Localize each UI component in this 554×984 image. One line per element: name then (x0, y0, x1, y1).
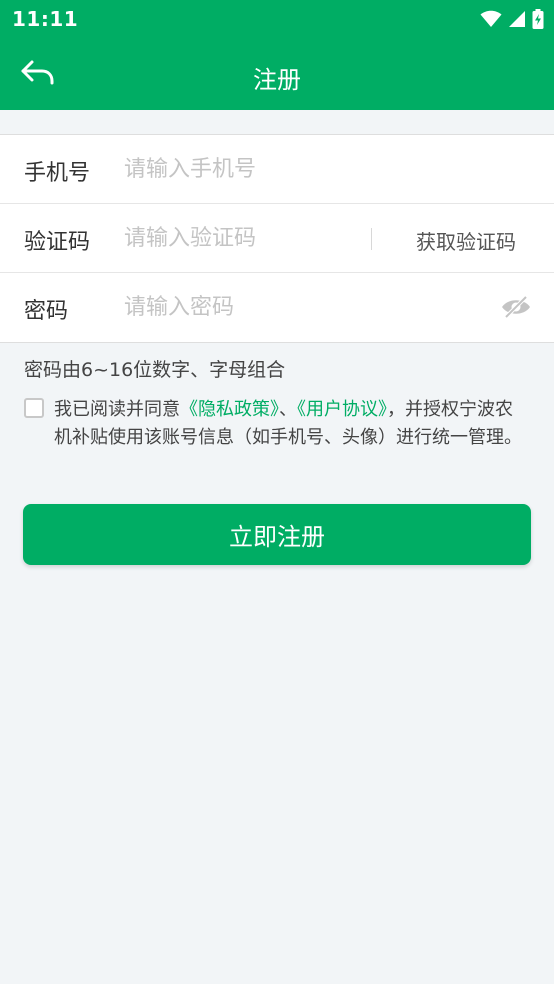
eye-hidden-icon[interactable] (500, 295, 532, 319)
password-row: 密码 (0, 273, 554, 342)
status-time: 11:11 (12, 7, 79, 31)
agreement-separator: 、 (279, 399, 297, 420)
code-row: 验证码 获取验证码 (0, 204, 554, 273)
get-code-button[interactable]: 获取验证码 (416, 226, 516, 255)
agreement-prefix: 我已阅读并同意 (54, 399, 180, 420)
password-hint: 密码由6~16位数字、字母组合 (24, 359, 286, 381)
wifi-icon (480, 10, 502, 27)
agreement-checkbox[interactable] (24, 398, 44, 418)
code-input[interactable] (124, 220, 364, 256)
phone-row: 手机号 (0, 135, 554, 204)
register-form: 手机号 验证码 获取验证码 密码 (0, 134, 554, 343)
register-button[interactable]: 立即注册 (23, 504, 531, 565)
password-label: 密码 (24, 299, 69, 324)
phone-input[interactable] (124, 151, 364, 187)
user-agreement-link[interactable]: 《用户协议》 (297, 399, 387, 420)
app-bar: 注册 (0, 38, 554, 110)
battery-charging-icon (532, 9, 544, 29)
password-input[interactable] (124, 289, 364, 325)
code-divider (371, 228, 372, 250)
privacy-policy-link[interactable]: 《隐私政策》 (180, 399, 279, 420)
status-icons (480, 8, 544, 30)
status-bar: 11:11 (0, 0, 554, 38)
cellular-signal-icon (509, 11, 525, 27)
agreement-text: 我已阅读并同意《隐私政策》、《用户协议》，并授权宁波农机补贴使用该账号信息（如手… (54, 396, 524, 452)
phone-label: 手机号 (24, 161, 91, 186)
code-label: 验证码 (24, 230, 91, 255)
page-title: 注册 (253, 66, 301, 94)
